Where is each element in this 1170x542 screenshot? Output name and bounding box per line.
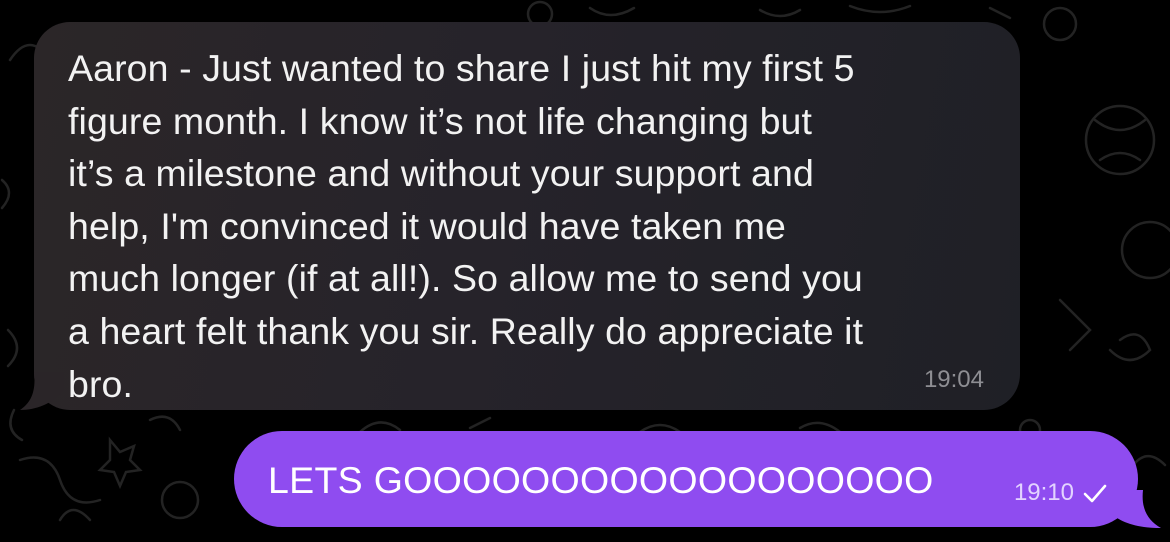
outgoing-message-text: LETS GOOOOOOOOOOOOOOOOOO [268, 459, 934, 501]
incoming-message-text: Aaron - Just wanted to share I just hit … [68, 47, 864, 405]
incoming-message-time: 19:04 [923, 366, 984, 393]
outgoing-message-bubble[interactable]: LETS GOOOOOOOOOOOOOOOOOO 19:10 [234, 431, 1138, 527]
outgoing-message-meta: 19:10 [1014, 479, 1108, 507]
outgoing-message-time: 19:10 [1013, 479, 1074, 506]
outgoing-bubble-tail [1107, 490, 1161, 528]
incoming-bubble-tail [20, 372, 64, 410]
incoming-message-bubble[interactable]: Aaron - Just wanted to share I just hit … [34, 22, 1020, 410]
